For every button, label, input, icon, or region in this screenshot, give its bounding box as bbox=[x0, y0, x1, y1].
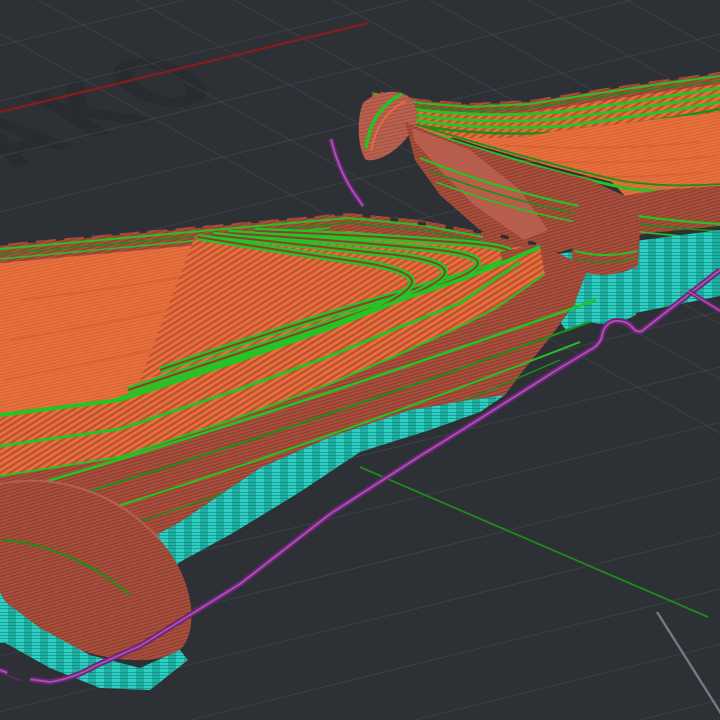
gcode-preview-canvas[interactable]: AKO bbox=[0, 0, 720, 720]
right-bump-wall bbox=[572, 197, 641, 276]
slicer-3d-viewport[interactable]: AKO bbox=[0, 0, 720, 720]
